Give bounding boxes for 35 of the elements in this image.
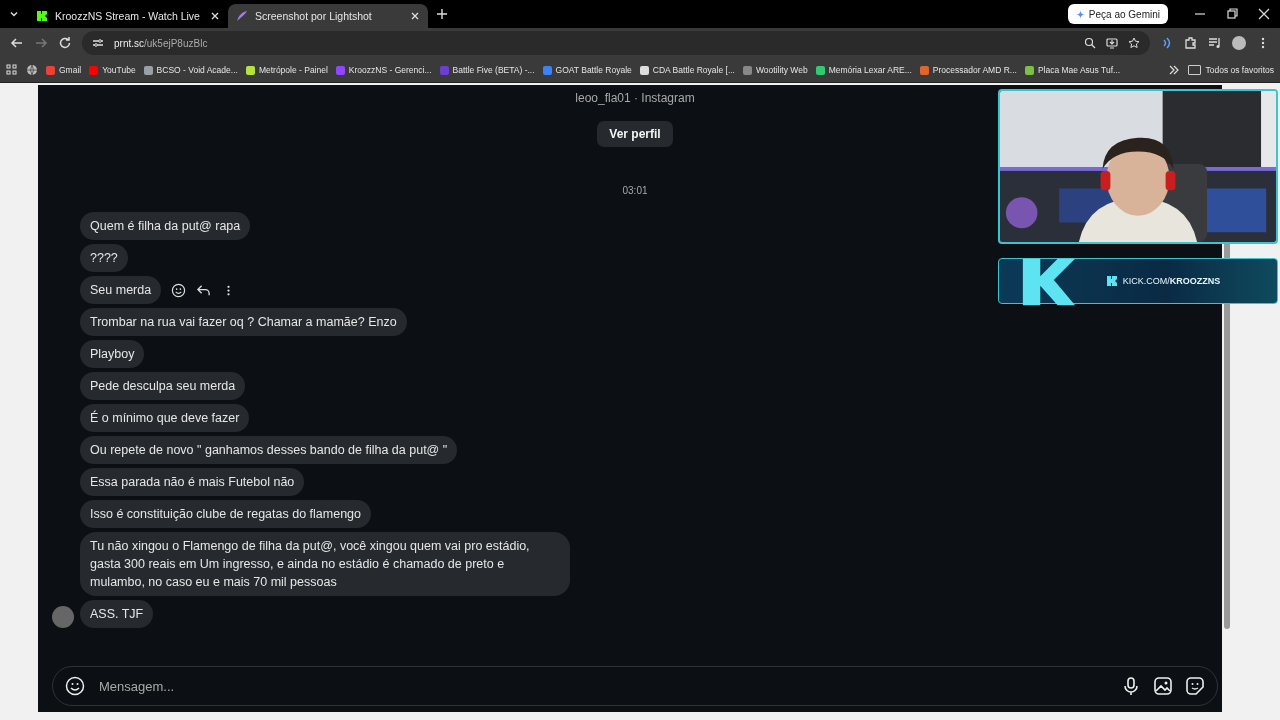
url-text: prnt.sc/uk5ejP8uzBlc bbox=[114, 37, 208, 49]
browser-tab[interactable]: KroozzNS Stream - Watch Live bbox=[28, 4, 228, 28]
bookmark[interactable]: KroozzNS - Gerenci... bbox=[335, 65, 432, 75]
view-profile-button[interactable]: Ver perfil bbox=[597, 121, 673, 147]
bookmark[interactable]: Processador AMD R... bbox=[919, 65, 1017, 75]
message-input[interactable]: Mensagem... bbox=[97, 675, 1109, 697]
message-bubble: Trombar na rua vai fazer oq ? Chamar a mamãe? Enzo bbox=[80, 308, 407, 336]
bookmark[interactable]: Metrópole - Painel bbox=[245, 65, 328, 75]
message-bubble: ???? bbox=[80, 244, 128, 272]
bookmark[interactable]: Memória Lexar ARE... bbox=[815, 65, 912, 75]
bookmark[interactable]: YouTube bbox=[89, 65, 136, 75]
message-bubble: Playboy bbox=[80, 340, 145, 368]
bookmark[interactable]: Wootility Web bbox=[743, 65, 808, 75]
all-bookmarks[interactable]: Todos os favoritos bbox=[1188, 65, 1274, 75]
message-bubble: Quem é filha da put@ rapa bbox=[80, 212, 251, 240]
message-bubble: Seu merda bbox=[80, 276, 162, 304]
message-bubble: Ou repete de novo " ganhamos desses bando de filha da put@ " bbox=[80, 436, 458, 464]
message-bubble: Isso é constituição clube de regatas do flamengo bbox=[80, 500, 371, 528]
bookmark[interactable]: Placa Mae Asus Tuf... bbox=[1024, 65, 1121, 75]
bookmark[interactable]: GOAT Battle Royale bbox=[542, 65, 632, 75]
message-bubble: Essa parada não é mais Futebol não bbox=[80, 468, 305, 496]
gemini-button[interactable]: Peça ao Gemini bbox=[1067, 4, 1168, 24]
bookmark[interactable]: Gmail bbox=[46, 65, 82, 75]
chat-header: leoo_fla01 · Instagram bbox=[574, 91, 696, 105]
message-time: 03:01 bbox=[621, 185, 649, 196]
address-bar[interactable]: prnt.sc/uk5ejP8uzBlc bbox=[82, 31, 1150, 55]
message-bubble: ASS. TJF bbox=[80, 600, 154, 628]
bookmark[interactable]: BCSO - Void Acade... bbox=[143, 65, 238, 75]
message-bubble: Tu não xingou o Flamengo de filha da put@, você xingou quem vai pro estádio, gasta 300 reais em Um ingresso, e ainda no estádio é chamado de preto e mulambo, no caso eu e mais 70 mil pessoas bbox=[80, 532, 570, 596]
bookmark[interactable]: CDA Battle Royale [... bbox=[639, 65, 735, 75]
channel-url: KICK.COM/KROOZZNS bbox=[1122, 276, 1221, 286]
browser-tab[interactable]: Screenshot por Lightshot bbox=[228, 4, 428, 28]
message-bubble: É o mínimo que deve fazer bbox=[80, 404, 250, 432]
message-bubble: Pede desculpa seu merda bbox=[80, 372, 246, 400]
bookmark[interactable]: Battle Five (BETA) -... bbox=[439, 65, 535, 75]
